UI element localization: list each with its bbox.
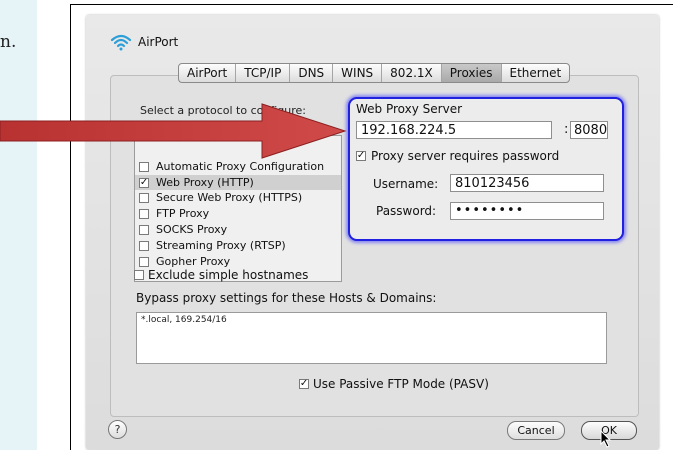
- checkbox-checked[interactable]: ✓: [299, 379, 309, 389]
- document-margin: n.: [0, 0, 37, 450]
- tab-proxies[interactable]: Proxies: [441, 64, 502, 82]
- proxy-server-address-input[interactable]: 192.168.224.5: [356, 121, 552, 139]
- tab-tcpip[interactable]: TCP/IP: [236, 64, 291, 82]
- protocol-list-label: Select a protocol to configure:: [140, 104, 306, 117]
- tab-ethernet[interactable]: Ethernet: [502, 64, 570, 82]
- tab-dns[interactable]: DNS: [290, 64, 334, 82]
- text-fragment: n.: [0, 32, 17, 52]
- checkbox-checked[interactable]: ✓: [139, 177, 149, 188]
- exclude-simple-hostnames[interactable]: Exclude simple hostnames: [134, 268, 308, 282]
- checkbox[interactable]: [139, 256, 149, 267]
- protocol-label: FTP Proxy: [156, 207, 210, 220]
- requires-password-option[interactable]: ✓ Proxy server requires password: [356, 149, 559, 163]
- protocol-item-gopher-proxy[interactable]: Gopher Proxy: [139, 255, 230, 268]
- checkbox[interactable]: [139, 240, 149, 251]
- username-label: Username:: [373, 177, 439, 191]
- mouse-pointer-icon: [600, 430, 612, 448]
- bypass-hosts-input[interactable]: *.local, 169.254/16: [136, 312, 607, 364]
- checkbox[interactable]: [134, 270, 144, 280]
- protocol-item-secure-web-proxy[interactable]: Secure Web Proxy (HTTPS): [139, 191, 302, 204]
- protocol-label: Automatic Proxy Configuration: [156, 160, 325, 173]
- frame-line-top: [70, 4, 673, 5]
- interface-title: AirPort: [138, 35, 179, 49]
- exclude-label: Exclude simple hostnames: [148, 268, 309, 282]
- protocol-label: Gopher Proxy: [156, 255, 231, 268]
- port-separator: :: [564, 122, 569, 137]
- username-input[interactable]: 810123456: [450, 174, 604, 192]
- checkbox[interactable]: [139, 224, 149, 235]
- proxy-port-input[interactable]: 8080: [570, 121, 608, 139]
- protocol-item-socks-proxy[interactable]: SOCKS Proxy: [139, 223, 227, 236]
- requires-password-label: Proxy server requires password: [371, 149, 560, 163]
- passive-ftp-option[interactable]: ✓ Use Passive FTP Mode (PASV): [299, 377, 489, 391]
- airport-header: AirPort: [110, 33, 178, 51]
- protocol-item-web-proxy[interactable]: ✓ Web Proxy (HTTP): [135, 175, 341, 190]
- tab-wins[interactable]: WINS: [333, 64, 383, 82]
- tab-bar: AirPort TCP/IP DNS WINS 802.1X Proxies E…: [178, 63, 571, 83]
- tab-8021x[interactable]: 802.1X: [382, 64, 442, 82]
- cancel-button[interactable]: Cancel: [507, 421, 565, 440]
- checkbox[interactable]: [139, 208, 149, 219]
- checkbox-checked[interactable]: ✓: [356, 151, 366, 161]
- protocol-item-streaming-proxy[interactable]: Streaming Proxy (RTSP): [139, 239, 286, 252]
- bypass-label: Bypass proxy settings for these Hosts & …: [136, 291, 437, 305]
- password-label: Password:: [376, 204, 437, 218]
- help-button[interactable]: ?: [108, 420, 127, 439]
- protocol-list[interactable]: Automatic Proxy Configuration ✓ Web Prox…: [134, 135, 342, 282]
- checkbox[interactable]: [139, 161, 149, 172]
- checkbox[interactable]: [139, 192, 149, 203]
- protocol-label: Web Proxy (HTTP): [156, 176, 254, 189]
- protocol-item-auto-config[interactable]: Automatic Proxy Configuration: [139, 160, 324, 173]
- pasv-label: Use Passive FTP Mode (PASV): [313, 377, 489, 391]
- web-proxy-server-title: Web Proxy Server: [356, 102, 463, 116]
- protocol-label: Streaming Proxy (RTSP): [156, 239, 286, 252]
- protocol-label: Secure Web Proxy (HTTPS): [156, 191, 303, 204]
- password-input[interactable]: ••••••••: [450, 202, 604, 220]
- protocol-label: SOCKS Proxy: [156, 223, 228, 236]
- protocol-item-ftp-proxy[interactable]: FTP Proxy: [139, 207, 209, 220]
- tab-airport[interactable]: AirPort: [179, 64, 237, 82]
- network-preferences-dialog: AirPort AirPort TCP/IP DNS WINS 802.1X P…: [86, 15, 659, 450]
- frame-line-left: [70, 4, 71, 450]
- wifi-icon: [110, 34, 132, 51]
